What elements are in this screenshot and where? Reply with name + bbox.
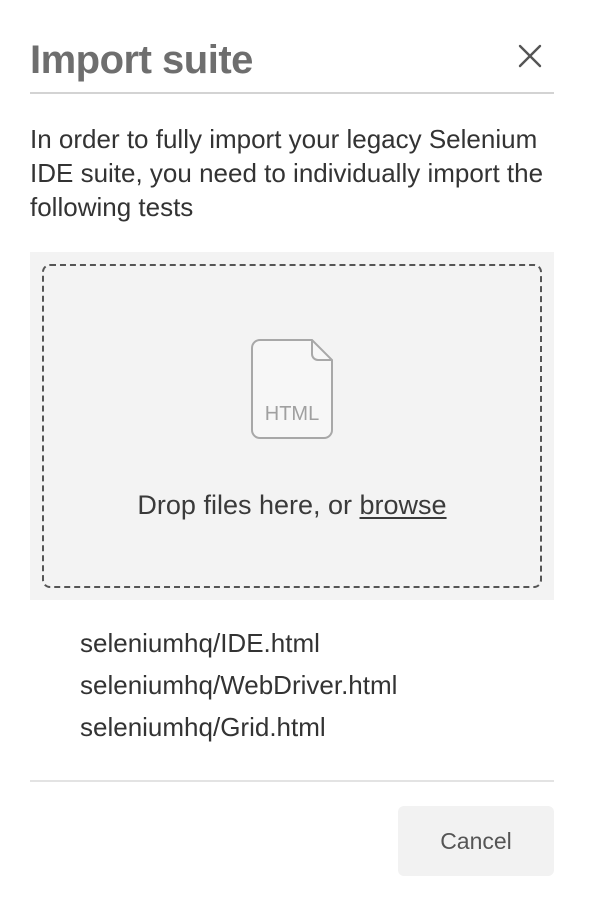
dialog-title: Import suite: [30, 38, 253, 82]
drop-area: HTML Drop files here, or browse: [30, 252, 554, 600]
drop-prompt-text: Drop files here, or: [137, 490, 360, 520]
html-file-icon: HTML: [250, 338, 334, 440]
cancel-button[interactable]: Cancel: [398, 806, 554, 876]
import-suite-dialog: Import suite In order to fully import yo…: [0, 0, 592, 916]
list-item: seleniumhq/Grid.html: [80, 712, 326, 742]
drop-prompt: Drop files here, or browse: [44, 488, 540, 522]
title-divider: [30, 92, 554, 94]
close-button[interactable]: [512, 40, 548, 76]
list-item: seleniumhq/WebDriver.html: [80, 670, 398, 700]
close-icon: [517, 43, 543, 74]
file-icon-label: HTML: [265, 403, 319, 425]
footer-divider: [30, 780, 554, 782]
list-item: seleniumhq/IDE.html: [80, 628, 320, 658]
import-description: In order to fully import your legacy Sel…: [30, 124, 544, 222]
browse-link[interactable]: browse: [360, 490, 447, 520]
required-tests-list: seleniumhq/IDE.html seleniumhq/WebDriver…: [80, 622, 397, 748]
file-drop-zone[interactable]: HTML Drop files here, or browse: [42, 264, 542, 588]
